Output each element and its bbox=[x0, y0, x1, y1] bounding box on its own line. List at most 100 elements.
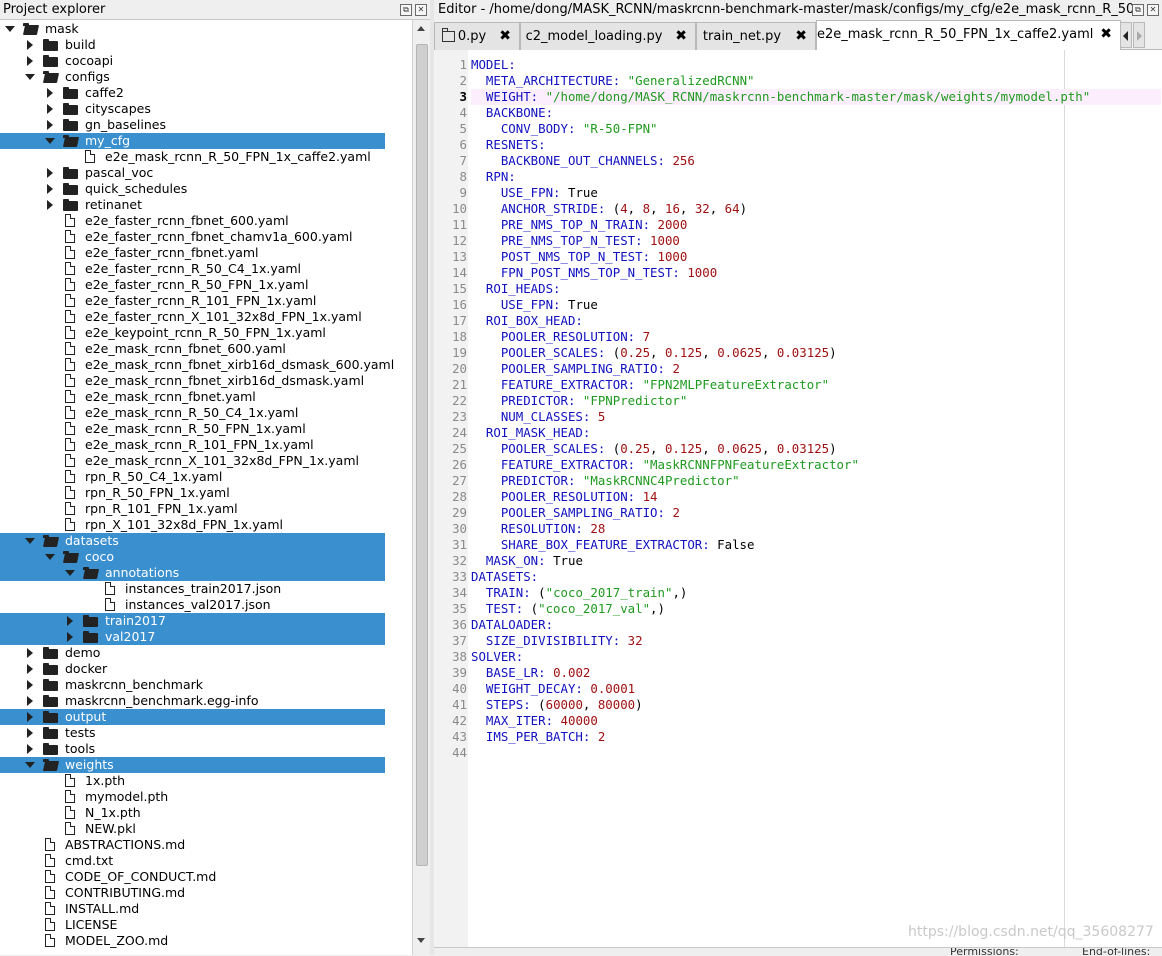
tree-folder-row[interactable]: cocoapi bbox=[0, 53, 385, 69]
tree-file-row[interactable]: ABSTRACTIONS.md bbox=[0, 837, 385, 853]
tree-folder-row[interactable]: maskrcnn_benchmark bbox=[0, 677, 385, 693]
code-line[interactable]: ROI_MASK_HEAD: bbox=[471, 425, 590, 441]
code-line[interactable]: BASE_LR: 0.002 bbox=[471, 665, 590, 681]
file-tree[interactable]: mask build cocoapi configs caffe2 cityscapes g… bbox=[0, 20, 412, 955]
undock-icon[interactable]: ⧉ bbox=[1132, 4, 1144, 16]
code-line[interactable]: POOLER_SAMPLING_RATIO: 2 bbox=[471, 361, 680, 377]
tree-folder-row[interactable]: maskrcnn_benchmark.egg-info bbox=[0, 693, 385, 709]
tree-file-row[interactable]: e2e_faster_rcnn_X_101_32x8d_FPN_1x.yaml bbox=[0, 309, 385, 325]
tree-file-row[interactable]: rpn_R_50_C4_1x.yaml bbox=[0, 469, 385, 485]
code-line[interactable]: DATALOADER: bbox=[471, 617, 553, 633]
expand-arrow-right-icon[interactable] bbox=[64, 629, 76, 645]
code-line[interactable]: POOLER_SCALES: (0.25, 0.125, 0.0625, 0.0… bbox=[471, 441, 837, 457]
expand-arrow-right-icon[interactable] bbox=[44, 85, 56, 101]
expand-arrow-right-icon[interactable] bbox=[24, 645, 36, 661]
tree-file-row[interactable]: NEW.pkl bbox=[0, 821, 385, 837]
tree-file-row[interactable]: mymodel.pth bbox=[0, 789, 385, 805]
tab-close-icon[interactable]: ✖ bbox=[675, 23, 687, 50]
code-line[interactable]: MODEL: bbox=[471, 57, 516, 73]
expand-arrow-right-icon[interactable] bbox=[24, 693, 36, 709]
scroll-down-arrow-icon[interactable] bbox=[417, 938, 425, 943]
tree-folder-row[interactable]: tools bbox=[0, 741, 385, 757]
tree-folder-row[interactable]: caffe2 bbox=[0, 85, 385, 101]
code-line[interactable]: POOLER_SCALES: (0.25, 0.125, 0.0625, 0.0… bbox=[471, 345, 837, 361]
tree-file-row[interactable]: 1x.pth bbox=[0, 773, 385, 789]
code-line[interactable]: ROI_BOX_HEAD: bbox=[471, 313, 583, 329]
code-line[interactable]: ANCHOR_STRIDE: (4, 8, 16, 32, 64) bbox=[471, 201, 747, 217]
expand-arrow-right-icon[interactable] bbox=[24, 661, 36, 677]
expand-arrow-down-icon[interactable] bbox=[64, 565, 76, 581]
tree-folder-row[interactable]: retinanet bbox=[0, 197, 385, 213]
tree-file-row[interactable]: CONTRIBUTING.md bbox=[0, 885, 385, 901]
code-line[interactable]: ROI_HEADS: bbox=[471, 281, 561, 297]
tree-file-row[interactable]: rpn_R_101_FPN_1x.yaml bbox=[0, 501, 385, 517]
code-line[interactable]: FEATURE_EXTRACTOR: "FPN2MLPFeatureExtrac… bbox=[471, 377, 829, 393]
explorer-scrollbar[interactable] bbox=[412, 20, 430, 955]
code-line[interactable]: PRE_NMS_TOP_N_TRAIN: 2000 bbox=[471, 217, 688, 233]
code-editor[interactable]: 1 2 3 4 5 6 7 8 9 10 11 12 13 14 15 16 17 18 19 20 21 22 23 24 2… bbox=[434, 50, 1162, 947]
tree-file-row[interactable]: CODE_OF_CONDUCT.md bbox=[0, 869, 385, 885]
expand-arrow-right-icon[interactable] bbox=[24, 37, 36, 53]
code-line[interactable]: USE_FPN: True bbox=[471, 297, 598, 313]
expand-arrow-down-icon[interactable] bbox=[44, 549, 56, 565]
tree-file-row[interactable]: LICENSE bbox=[0, 917, 385, 933]
tab-scroll-left-icon[interactable] bbox=[1120, 22, 1132, 48]
code-line[interactable]: RESNETS: bbox=[471, 137, 546, 153]
code-line[interactable]: MASK_ON: True bbox=[471, 553, 583, 569]
tab-close-icon[interactable]: ✖ bbox=[499, 23, 511, 50]
code-line[interactable]: DATASETS: bbox=[471, 569, 538, 585]
code-line[interactable]: NUM_CLASSES: 5 bbox=[471, 409, 605, 425]
code-line[interactable]: FPN_POST_NMS_TOP_N_TEST: 1000 bbox=[471, 265, 717, 281]
tree-file-row[interactable]: MODEL_ZOO.md bbox=[0, 933, 385, 949]
code-line[interactable]: IMS_PER_BATCH: 2 bbox=[471, 729, 605, 745]
code-line[interactable]: TEST: ("coco_2017_val",) bbox=[471, 601, 665, 617]
expand-arrow-down-icon[interactable] bbox=[24, 757, 36, 773]
tab-close-icon[interactable]: ✖ bbox=[1100, 21, 1112, 48]
expand-arrow-right-icon[interactable] bbox=[44, 197, 56, 213]
undock-icon[interactable]: ⧉ bbox=[400, 4, 412, 16]
code-line[interactable]: SOLVER: bbox=[471, 649, 523, 665]
expand-arrow-down-icon[interactable] bbox=[4, 21, 16, 37]
code-line[interactable]: POOLER_SAMPLING_RATIO: 2 bbox=[471, 505, 680, 521]
expand-arrow-right-icon[interactable] bbox=[64, 613, 76, 629]
code-line[interactable]: BACKBONE: bbox=[471, 105, 553, 121]
tree-file-row[interactable]: e2e_faster_rcnn_R_101_FPN_1x.yaml bbox=[0, 293, 385, 309]
tree-file-row[interactable]: e2e_mask_rcnn_R_50_C4_1x.yaml bbox=[0, 405, 385, 421]
tree-file-row[interactable]: e2e_mask_rcnn_fbnet_xirb16d_dsmask.yaml bbox=[0, 373, 385, 389]
code-line[interactable]: WEIGHT: "/home/dong/MASK_RCNN/maskrcnn-b… bbox=[471, 89, 1161, 105]
tree-folder-row[interactable]: tests bbox=[0, 725, 385, 741]
tree-file-row[interactable]: e2e_mask_rcnn_fbnet_xirb16d_dsmask_600.y… bbox=[0, 357, 394, 373]
expand-arrow-right-icon[interactable] bbox=[44, 165, 56, 181]
tree-folder-row[interactable]: output bbox=[0, 709, 385, 725]
tree-folder-row[interactable]: coco bbox=[0, 549, 385, 565]
scroll-up-arrow-icon[interactable] bbox=[417, 26, 425, 31]
code-line[interactable]: RESOLUTION: 28 bbox=[471, 521, 605, 537]
code-line[interactable]: BACKBONE_OUT_CHANNELS: 256 bbox=[471, 153, 695, 169]
tree-folder-row[interactable]: annotations bbox=[0, 565, 385, 581]
code-line[interactable]: META_ARCHITECTURE: "GeneralizedRCNN" bbox=[471, 73, 755, 89]
close-pane-icon[interactable]: ✕ bbox=[1147, 4, 1159, 16]
expand-arrow-right-icon[interactable] bbox=[24, 709, 36, 725]
code-line[interactable]: POST_NMS_TOP_N_TEST: 1000 bbox=[471, 249, 688, 265]
tree-folder-row[interactable]: pascal_voc bbox=[0, 165, 385, 181]
code-line[interactable]: TRAIN: ("coco_2017_train",) bbox=[471, 585, 687, 601]
tree-folder-row[interactable]: my_cfg bbox=[0, 133, 385, 149]
expand-arrow-right-icon[interactable] bbox=[24, 677, 36, 693]
expand-arrow-right-icon[interactable] bbox=[24, 741, 36, 757]
tree-folder-row[interactable]: gn_baselines bbox=[0, 117, 385, 133]
expand-arrow-right-icon[interactable] bbox=[44, 117, 56, 133]
tree-folder-row[interactable]: val2017 bbox=[0, 629, 385, 645]
tree-file-row[interactable]: e2e_mask_rcnn_fbnet.yaml bbox=[0, 389, 385, 405]
expand-arrow-down-icon[interactable] bbox=[24, 533, 36, 549]
tree-file-row[interactable]: e2e_mask_rcnn_R_50_FPN_1x.yaml bbox=[0, 421, 385, 437]
tree-file-row[interactable]: e2e_keypoint_rcnn_R_50_FPN_1x.yaml bbox=[0, 325, 385, 341]
expand-arrow-right-icon[interactable] bbox=[24, 53, 36, 69]
code-line[interactable]: PRE_NMS_TOP_N_TEST: 1000 bbox=[471, 233, 680, 249]
code-line[interactable]: SHARE_BOX_FEATURE_EXTRACTOR: False bbox=[471, 537, 755, 553]
code-line[interactable]: USE_FPN: True bbox=[471, 185, 598, 201]
code-line[interactable]: WEIGHT_DECAY: 0.0001 bbox=[471, 681, 635, 697]
tree-file-row[interactable]: rpn_R_50_FPN_1x.yaml bbox=[0, 485, 385, 501]
expand-arrow-down-icon[interactable] bbox=[24, 69, 36, 85]
tree-file-row[interactable]: N_1x.pth bbox=[0, 805, 385, 821]
tree-folder-row[interactable]: weights bbox=[0, 757, 385, 773]
